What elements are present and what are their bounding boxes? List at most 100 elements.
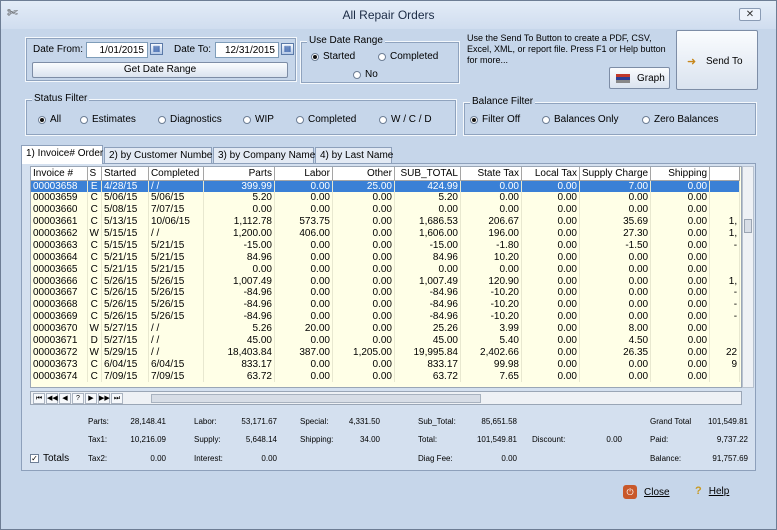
column-header[interactable]: State Tax [460, 167, 522, 181]
table-cell: 0.00 [579, 298, 652, 311]
radio-label: No [365, 69, 378, 80]
table-body: 00003658 E 4/28/15 / /399.99 0.00 25.00 424.9… [31, 180, 741, 383]
column-header[interactable]: Labor [274, 167, 333, 181]
table-row[interactable]: 00003666 C 5/26/15 5/26/15 1,007.49 0.00 0.00 1… [31, 275, 741, 288]
scroll-thumb[interactable] [744, 219, 752, 233]
shipping-label: Shipping: [300, 435, 334, 444]
table-row[interactable]: 00003664 C 5/21/15 5/21/15 84.96 0.00 0.00 84.9… [31, 251, 741, 264]
send-to-button[interactable]: ➜ Send To [676, 30, 758, 90]
table-cell: 5/27/15 [101, 322, 149, 335]
table-row[interactable]: 00003660 C 5/08/15 7/07/15 0.00 0.00 0.00 0.00 0… [31, 203, 741, 216]
tab-invoice-order[interactable]: 1) Invoice# Order [21, 145, 103, 164]
table-cell: W [87, 346, 102, 359]
table-cell: C [87, 310, 102, 323]
table-row[interactable]: 00003674 C 7/09/15 7/09/15 63.72 0.00 0.00 63.7… [31, 370, 741, 383]
column-header[interactable]: S [87, 167, 102, 181]
column-header[interactable]: Started [101, 167, 149, 181]
table-cell: 00003661 [31, 215, 88, 228]
vertical-scrollbar[interactable] [742, 166, 754, 388]
tab-company-name[interactable]: 3) by Company Name [213, 147, 315, 163]
grand-total-value: 101,549.81 [707, 417, 748, 426]
status-estimates[interactable]: Estimates [80, 114, 136, 125]
prev-record-button[interactable]: ◀ [59, 393, 71, 404]
horizontal-scroll-thumb[interactable] [151, 394, 481, 403]
status-wcd[interactable]: W / C / D [379, 114, 432, 125]
status-all[interactable]: All [38, 114, 61, 125]
table-cell: 1,606.00 [394, 227, 461, 240]
table-cell: 25.26 [394, 322, 461, 335]
prev-page-button[interactable]: ◀◀ [46, 393, 58, 404]
table-row[interactable]: 00003673 C 6/04/15 6/04/15 833.17 0.00 0.00 833… [31, 358, 741, 371]
table-cell: 424.99 [394, 180, 461, 192]
table-cell: 0.00 [332, 239, 395, 252]
status-wip[interactable]: WIP [243, 114, 274, 125]
table-cell: 1, [709, 215, 741, 228]
totals-checkbox-label: Totals [43, 453, 70, 464]
table-cell: D [87, 334, 102, 347]
table-row[interactable]: 00003671 D 5/27/15 / /45.00 0.00 0.00 45.00 5.… [31, 334, 741, 347]
table-cell: 406.00 [274, 227, 333, 240]
totals-checkbox[interactable]: ✓ Totals [30, 453, 69, 464]
next-record-button[interactable]: ▶ [85, 393, 97, 404]
table-cell: 0.00 [274, 334, 333, 347]
table-cell: -84.96 [203, 310, 275, 323]
search-record-button[interactable]: ? [72, 393, 84, 404]
table-row[interactable]: 00003665 C 5/21/15 5/21/15 0.00 0.00 0.00 0.00 0… [31, 263, 741, 276]
table-row[interactable]: 00003667 C 5/26/15 5/26/15 -84.96 0.00 0.00 -84… [31, 287, 741, 299]
help-button[interactable]: ? Help [695, 485, 729, 497]
first-record-button[interactable]: ⏮ [33, 393, 45, 404]
calendar-icon[interactable]: ▦ [281, 43, 294, 55]
calendar-icon[interactable]: ▦ [150, 43, 163, 55]
radio-started[interactable]: Started [311, 51, 355, 62]
use-date-range-title: Use Date Range [307, 35, 385, 46]
tab-last-name[interactable]: 4) by Last Name [315, 147, 393, 163]
date-from-input[interactable] [86, 42, 148, 58]
table-row[interactable]: 00003668 C 5/26/15 5/26/15 -84.96 0.00 0.00 -84… [31, 298, 741, 311]
date-to-input[interactable] [215, 42, 279, 58]
table-row[interactable]: 00003663 C 5/15/15 5/21/15 -15.00 0.00 0.00 -15… [31, 239, 741, 252]
column-header[interactable]: Parts [203, 167, 275, 181]
column-header[interactable]: Invoice # [31, 167, 88, 181]
table-row[interactable]: 00003662 W 5/15/15 / /1,200.00 406.00 0.00 1,… [31, 227, 741, 240]
close-button[interactable]: ⏻ Close [623, 485, 670, 499]
table-cell: 206.67 [460, 215, 522, 228]
balance-only[interactable]: Balances Only [542, 114, 618, 125]
table-cell: 0.00 [274, 203, 333, 216]
last-record-button[interactable]: ⏭ [111, 393, 123, 404]
table-cell: 00003667 [31, 287, 88, 299]
table-cell: 0.00 [650, 358, 711, 371]
balance-filter-off[interactable]: Filter Off [470, 114, 520, 125]
table-row[interactable]: 00003658 E 4/28/15 / /399.99 0.00 25.00 424.9… [31, 180, 741, 192]
column-header[interactable]: Supply Charge [579, 167, 652, 181]
table-cell: 0.00 [274, 287, 333, 299]
table-cell: 0.00 [521, 263, 580, 276]
table-cell: 0.00 [460, 191, 522, 204]
radio-completed[interactable]: Completed [378, 51, 438, 62]
radio-no[interactable]: No [353, 69, 378, 80]
table-row[interactable]: 00003672 W 5/29/15 / /18,403.84 387.00 1,205… [31, 346, 741, 359]
table-row[interactable]: 00003659 C 5/06/15 5/06/15 5.20 0.00 0.00 5.20 0… [31, 191, 741, 204]
tab-customer-number[interactable]: 2) by Customer Number [104, 147, 216, 163]
table-cell [709, 180, 741, 192]
balance-zero[interactable]: Zero Balances [642, 114, 718, 125]
table-cell: C [87, 358, 102, 371]
column-header[interactable]: Local Tax [521, 167, 580, 181]
close-window-button[interactable]: ✕ [739, 8, 761, 21]
table-row[interactable]: 00003661 C 5/13/15 10/06/15 1,112.78 573.75 0.… [31, 215, 741, 228]
status-diagnostics[interactable]: Diagnostics [158, 114, 222, 125]
status-completed[interactable]: Completed [296, 114, 356, 125]
table-cell: -84.96 [203, 287, 275, 299]
column-header[interactable]: Completed [148, 167, 204, 181]
table-row[interactable]: 00003670 W 5/27/15 / /5.26 20.00 0.00 25.26 3.… [31, 322, 741, 335]
get-date-range-button[interactable]: Get Date Range [32, 62, 288, 78]
column-header[interactable] [709, 167, 741, 181]
column-header[interactable]: SUB_TOTAL [394, 167, 461, 181]
column-header[interactable]: Other [332, 167, 395, 181]
next-page-button[interactable]: ▶▶ [98, 393, 110, 404]
column-header[interactable]: Shipping [650, 167, 711, 181]
orders-table: Invoice # S Started Completed Parts Labor Othe… [31, 167, 741, 383]
table-row[interactable]: 00003669 C 5/26/15 5/26/15 -84.96 0.00 0.00 -84… [31, 310, 741, 323]
table-cell: 0.00 [579, 203, 652, 216]
discount-value: 0.00 [606, 435, 622, 444]
graph-button[interactable]: Graph [609, 67, 670, 89]
